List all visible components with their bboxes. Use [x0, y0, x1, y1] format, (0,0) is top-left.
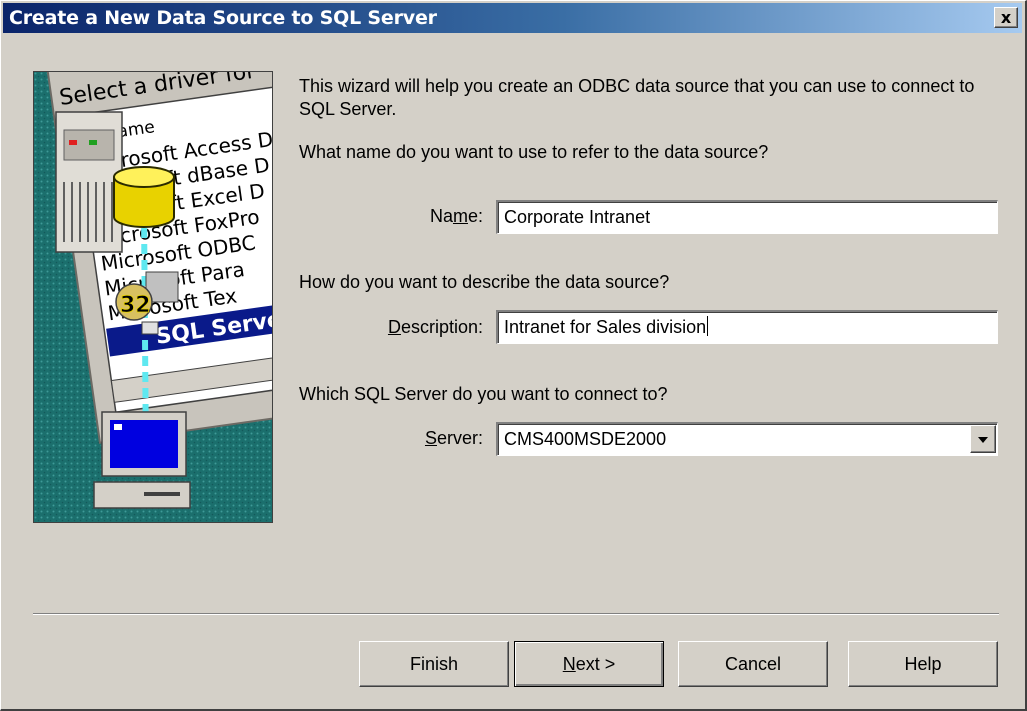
- text-cursor: [707, 316, 709, 336]
- description-label: Description:: [387, 317, 483, 337]
- database-icon: [113, 166, 175, 228]
- name-input[interactable]: Corporate Intranet: [496, 200, 998, 234]
- wizard-illustration: Select a driver for Name Microsoft Acces…: [33, 71, 273, 523]
- wizard-artwork: Select a driver for Name Microsoft Acces…: [34, 72, 272, 522]
- chevron-down-icon[interactable]: [970, 425, 996, 453]
- server-value: CMS400MSDE2000: [504, 429, 667, 449]
- cancel-button[interactable]: Cancel: [678, 641, 828, 687]
- server-question: Which SQL Server do you want to connect …: [299, 384, 668, 404]
- name-question: What name do you want to use to refer to…: [299, 142, 769, 162]
- description-value: Intranet for Sales division: [504, 317, 707, 337]
- computer-icon: [93, 411, 191, 509]
- button-separator: [33, 613, 999, 615]
- title-bar[interactable]: Create a New Data Source to SQL Server x: [3, 3, 1022, 33]
- intro-text: This wizard will help you create an ODBC…: [299, 76, 975, 119]
- description-input[interactable]: Intranet for Sales division: [496, 310, 998, 344]
- next-button[interactable]: Next >: [514, 641, 664, 687]
- finish-button[interactable]: Finish: [359, 641, 509, 687]
- close-icon: x: [1000, 8, 1012, 27]
- help-button[interactable]: Help: [848, 641, 998, 687]
- description-question: How do you want to describe the data sou…: [299, 272, 670, 292]
- server-select[interactable]: CMS400MSDE2000: [496, 422, 998, 456]
- close-button[interactable]: x: [994, 7, 1018, 28]
- name-label: Name:: [429, 206, 483, 226]
- server-tower-icon: [55, 111, 123, 253]
- server-label: Server:: [424, 428, 483, 448]
- window-title: Create a New Data Source to SQL Server: [9, 7, 437, 29]
- dialog-window: Create a New Data Source to SQL Server x…: [0, 0, 1027, 711]
- odbc-badge: 32: [120, 293, 151, 318]
